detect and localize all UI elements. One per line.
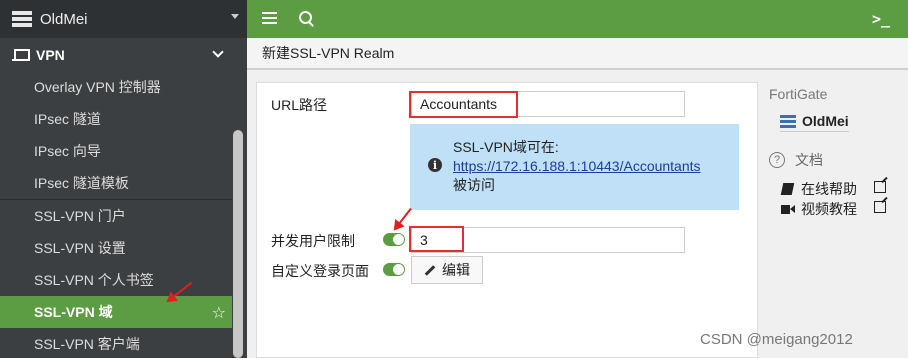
- sidebar-item-ssl-portal[interactable]: SSL-VPN 门户: [0, 200, 232, 232]
- device-link[interactable]: OldMei: [780, 113, 849, 132]
- sidebar-item-label: SSL-VPN 域: [34, 304, 113, 320]
- realm-url-link[interactable]: https://172.16.188.1:10443/Accountants: [453, 157, 701, 176]
- fortigate-logo-icon: [780, 114, 796, 128]
- docs-heading: ? 文档: [769, 150, 823, 170]
- info-line1: SSL-VPN域可在:: [453, 139, 559, 155]
- sidebar-item-overlay-vpn[interactable]: Overlay VPN 控制器: [0, 71, 232, 103]
- watermark: CSDN @meigang2012: [700, 331, 853, 348]
- highlight-box: [409, 226, 464, 252]
- caret-down-icon: [231, 14, 239, 19]
- fortigate-title: FortiGate: [769, 86, 828, 102]
- sidebar-item-label: Overlay VPN 控制器: [34, 79, 161, 95]
- sidebar-item-ipsec-tunnel[interactable]: IPsec 隧道: [0, 103, 232, 135]
- edit-button-label: 编辑: [442, 262, 470, 278]
- top-bar: >_: [247, 0, 908, 38]
- custom-login-toggle[interactable]: [383, 263, 405, 276]
- highlight-box: [409, 91, 518, 118]
- sidebar-item-label: SSL-VPN 门户: [34, 208, 126, 224]
- chevron-down-icon: [212, 46, 224, 58]
- info-box: i SSL-VPN域可在: https://172.16.188.1:10443…: [410, 124, 739, 210]
- star-icon[interactable]: ☆: [212, 303, 226, 323]
- book-icon: [781, 183, 795, 196]
- sidebar-item-label: IPsec 隧道: [34, 111, 101, 127]
- fortigate-logo-icon: [12, 11, 32, 27]
- sidebar-item-label: SSL-VPN 个人书签: [34, 272, 154, 288]
- sidebar-scrollbar[interactable]: [233, 130, 243, 358]
- concurrent-limit-label: 并发用户限制: [271, 233, 355, 249]
- sidebar-item-ipsec-wizard[interactable]: IPsec 向导: [0, 135, 232, 167]
- sidebar-item-label: IPsec 隧道模板: [34, 175, 129, 191]
- docs-label: 文档: [795, 152, 823, 168]
- device-name: OldMei: [40, 10, 88, 28]
- sidebar-section-label: VPN: [36, 47, 65, 63]
- sidebar-item-ssl-bookmarks[interactable]: SSL-VPN 个人书签: [0, 264, 232, 296]
- url-path-label: URL路径: [271, 97, 328, 113]
- page-title-text: 新建SSL-VPN Realm: [262, 45, 395, 61]
- cli-console-icon[interactable]: >_: [872, 10, 890, 28]
- info-icon: i: [428, 158, 442, 172]
- sidebar-item-ssl-client[interactable]: SSL-VPN 客户端: [0, 328, 232, 358]
- sidebar-item-ssl-realms[interactable]: SSL-VPN 域 ☆: [0, 296, 232, 328]
- sidebar-item-label: SSL-VPN 客户端: [34, 336, 140, 352]
- sidebar-item-label: IPsec 向导: [34, 143, 101, 159]
- device-selector[interactable]: OldMei: [0, 0, 247, 38]
- external-link-icon[interactable]: [874, 201, 886, 213]
- sidebar-item-label: SSL-VPN 设置: [34, 240, 126, 256]
- video-icon: [781, 203, 795, 216]
- menu-icon[interactable]: [262, 12, 277, 24]
- info-text: SSL-VPN域可在: https://172.16.188.1:10443/A…: [453, 138, 701, 195]
- laptop-icon: [12, 49, 30, 61]
- sidebar-item-ssl-settings[interactable]: SSL-VPN 设置: [0, 232, 232, 264]
- search-icon[interactable]: [299, 11, 315, 27]
- video-tutorial-label: 视频教程: [801, 201, 857, 217]
- device-name: OldMei: [802, 113, 849, 129]
- online-help-link[interactable]: 在线帮助: [781, 179, 857, 199]
- sidebar-section-vpn[interactable]: VPN: [0, 40, 232, 70]
- question-icon: ?: [769, 152, 785, 168]
- pencil-icon: [422, 264, 434, 276]
- info-line3: 被访问: [453, 177, 495, 193]
- sidebar-item-ipsec-template[interactable]: IPsec 隧道模板: [0, 167, 232, 199]
- sidebar: OldMei VPN Overlay VPN 控制器 IPsec 隧道 IPse…: [0, 0, 247, 358]
- concurrent-limit-toggle[interactable]: [383, 233, 405, 246]
- external-link-icon[interactable]: [874, 181, 886, 193]
- page-title: 新建SSL-VPN Realm: [247, 38, 908, 70]
- edit-button[interactable]: 编辑: [411, 256, 483, 284]
- custom-login-label: 自定义登录页面: [271, 263, 369, 279]
- video-tutorial-link[interactable]: 视频教程: [781, 199, 857, 219]
- online-help-label: 在线帮助: [801, 181, 857, 197]
